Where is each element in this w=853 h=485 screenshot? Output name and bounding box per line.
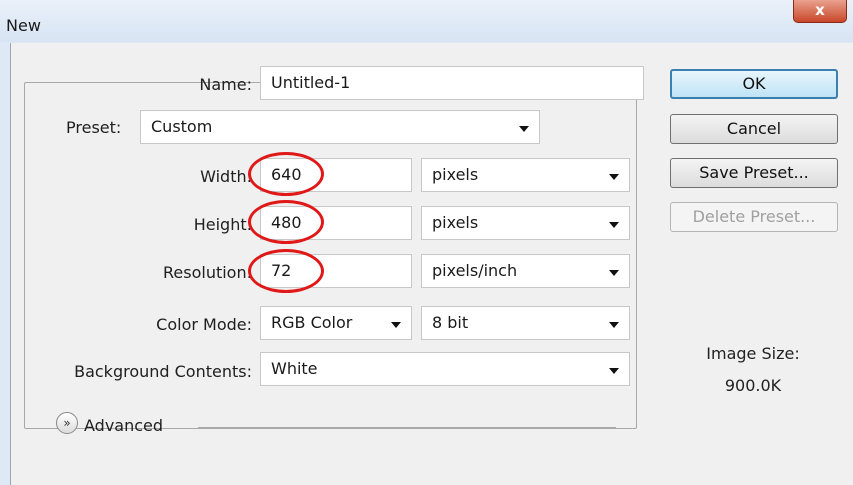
width-unit-dropdown[interactable]: pixels [421,158,630,192]
dropdown-arrow-icon [609,368,619,374]
width-label: Width: [200,167,252,186]
color-mode-label: Color Mode: [156,315,252,334]
ok-button[interactable]: OK [670,69,838,99]
dropdown-arrow-icon [609,174,619,180]
resolution-label: Resolution: [163,263,252,282]
dropdown-arrow-icon [609,322,619,328]
delete-preset-button: Delete Preset... [670,202,838,232]
close-icon: x [815,1,825,19]
preset-value: Custom [151,117,213,136]
color-mode-dropdown[interactable]: RGB Color [260,306,412,340]
dropdown-arrow-icon [609,222,619,228]
dropdown-arrow-icon [609,270,619,276]
resolution-highlight-circle [248,249,324,293]
cancel-button[interactable]: Cancel [670,114,838,144]
width-highlight-circle [248,152,324,196]
save-preset-button[interactable]: Save Preset... [670,158,838,188]
dropdown-arrow-icon [519,126,529,132]
height-highlight-circle [248,200,324,244]
bit-depth-dropdown[interactable]: 8 bit [421,306,630,340]
color-mode-value: RGB Color [271,313,353,332]
preset-label: Preset: [66,118,122,137]
background-contents-label: Background Contents: [74,362,252,381]
close-button[interactable]: x [793,0,847,23]
height-unit-value: pixels [432,213,479,232]
background-contents-dropdown[interactable]: White [260,352,630,386]
name-input[interactable]: Untitled-1 [260,66,644,100]
title-bar: New x [0,0,853,42]
image-size-value: 900.0K [724,376,782,395]
image-size-label: Image Size: [706,344,800,363]
advanced-divider [198,427,616,428]
resolution-unit-dropdown[interactable]: pixels/inch [421,254,630,288]
background-contents-value: White [271,359,318,378]
window-title: New [6,16,41,35]
advanced-label[interactable]: Advanced [84,416,163,435]
resolution-unit-value: pixels/inch [432,261,518,280]
width-unit-value: pixels [432,165,479,184]
dropdown-arrow-icon [391,322,401,328]
height-label: Height: [193,215,252,234]
double-chevron-down-icon[interactable]: » [56,412,78,434]
bit-depth-value: 8 bit [432,313,469,332]
height-unit-dropdown[interactable]: pixels [421,206,630,240]
name-label: Name: [199,75,252,94]
preset-dropdown[interactable]: Custom [140,110,540,144]
